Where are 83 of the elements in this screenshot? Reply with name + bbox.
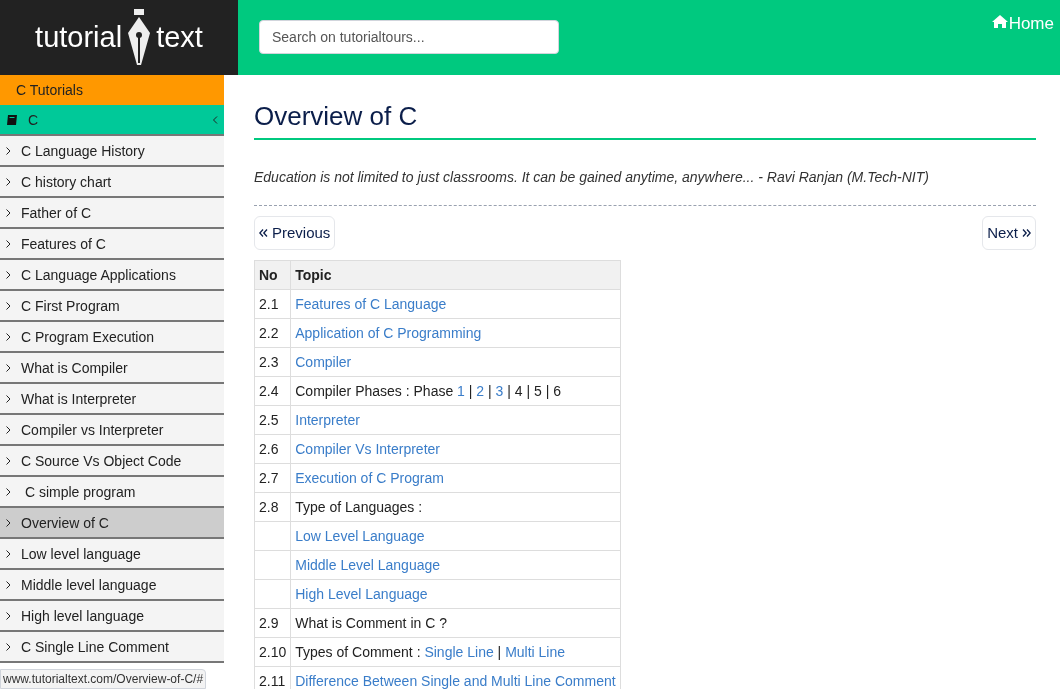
double-chevron-left-icon: [259, 229, 268, 237]
sidebar-group-label: C: [28, 110, 40, 130]
chevron-right-icon: [6, 549, 11, 558]
topic-link[interactable]: 3: [495, 382, 504, 399]
topic-text: |: [497, 643, 502, 660]
chevron-right-icon: [6, 394, 11, 403]
logo-text: text: [156, 19, 203, 55]
number-cell: 2.3: [254, 347, 291, 377]
chevron-right-icon: [6, 611, 11, 620]
chevron-right-icon: [6, 580, 11, 589]
chevron-right-icon: [6, 456, 11, 465]
chevron-right-icon: [6, 425, 11, 434]
sidebar-item[interactable]: C Language History: [0, 136, 224, 167]
number-cell: 2.4: [254, 376, 291, 406]
search-field[interactable]: Search on tutorialtours...: [259, 20, 559, 54]
book-icon: [6, 113, 18, 126]
sidebar-item[interactable]: C Source Vs Object Code: [0, 446, 224, 477]
sidebar-item[interactable]: Middle level language: [0, 570, 224, 601]
previous-button[interactable]: Previous: [254, 216, 336, 250]
topic-link[interactable]: Multi Line: [505, 643, 566, 660]
sidebar-item[interactable]: C simple program: [0, 477, 224, 508]
chevron-right-icon: [6, 363, 11, 372]
home-icon: [991, 15, 1008, 28]
topic-text: 6: [553, 382, 561, 399]
topic-text: Types of Comment :: [295, 643, 421, 660]
sidebar-item[interactable]: C First Program: [0, 291, 224, 322]
topic-link[interactable]: Single Line: [424, 643, 494, 660]
number-cell: 2.2: [254, 318, 291, 348]
column-header: No: [254, 260, 291, 290]
number-cell: 2.8: [254, 492, 291, 522]
number-cell: 2.11: [254, 666, 291, 689]
topic-text: |: [545, 382, 550, 399]
topic-text: What is Comment in C ?: [295, 614, 447, 631]
chevron-right-icon: [6, 301, 11, 310]
sidebar-item[interactable]: Compiler vs Interpreter: [0, 415, 224, 446]
topic-text: 5: [534, 382, 542, 399]
sidebar-item[interactable]: What is Compiler: [0, 353, 224, 384]
sidebar-item[interactable]: C history chart: [0, 167, 224, 198]
quote-text: Education is not limited to just classrooms. It can be gained anytime, anywhere... - Ravi Ranjan (M.Tech-NIT): [254, 167, 1036, 206]
topic-text: |: [526, 382, 531, 399]
number-cell: 2.1: [254, 289, 291, 319]
number-cell: 2.6: [254, 434, 291, 464]
sidebar-item[interactable]: C Single Line Comment: [0, 632, 224, 663]
page-title: Overview of C: [254, 97, 1036, 140]
chevron-right-icon: [6, 642, 11, 651]
sidebar-item[interactable]: What is Interpreter: [0, 384, 224, 415]
topic-text: Compiler Phases : Phase: [295, 382, 454, 399]
chevron-right-icon: [6, 239, 11, 248]
topic-text: 4: [514, 382, 523, 399]
number-cell: 2.7: [254, 463, 291, 493]
topic-text: |: [488, 382, 492, 399]
sidebar-item[interactable]: C Program Execution: [0, 322, 224, 353]
sidebar-section-header: C Tutorials: [0, 75, 224, 105]
chevron-right-icon: [6, 270, 11, 279]
sidebar-item[interactable]: C Language Applications: [0, 260, 224, 291]
sidebar-group-header[interactable]: C: [0, 105, 224, 136]
chevron-right-icon: [6, 146, 11, 155]
logo-text: tutorial: [35, 19, 123, 55]
chevron-right-icon: [6, 208, 11, 217]
number-cell: 2.9: [254, 608, 291, 638]
chevron-right-icon: [6, 332, 11, 341]
topic-link[interactable]: Interpreter: [295, 411, 360, 428]
sidebar-item[interactable]: Low level language: [0, 539, 224, 570]
column-header: Topic: [290, 260, 621, 290]
topic-text: |: [507, 382, 511, 399]
double-chevron-right-icon: [1022, 229, 1031, 237]
sidebar-item[interactable]: High level language: [0, 601, 224, 632]
sidebar-item[interactable]: Overview of C: [0, 508, 224, 539]
chevron-right-icon: [6, 177, 11, 186]
status-bar-url: www.tutorialtext.com/Overview-of-C/#: [0, 669, 207, 689]
topic-text: Type of Languages :: [295, 498, 423, 515]
number-cell: 2.10: [254, 637, 291, 667]
logo-area[interactable]: tutorial text: [0, 0, 238, 75]
sidebar-item[interactable]: Features of C: [0, 229, 224, 260]
number-cell: 2.5: [254, 405, 291, 435]
topic-link[interactable]: 2: [476, 382, 485, 399]
topic-text: |: [468, 382, 473, 399]
sidebar-item[interactable]: Father of C: [0, 198, 224, 229]
topic-link[interactable]: Compiler: [295, 353, 352, 370]
chevron-right-icon: [6, 518, 11, 527]
topic-link[interactable]: 1: [457, 382, 465, 399]
next-button[interactable]: Next: [982, 216, 1036, 250]
chevron-right-icon: [6, 487, 11, 496]
